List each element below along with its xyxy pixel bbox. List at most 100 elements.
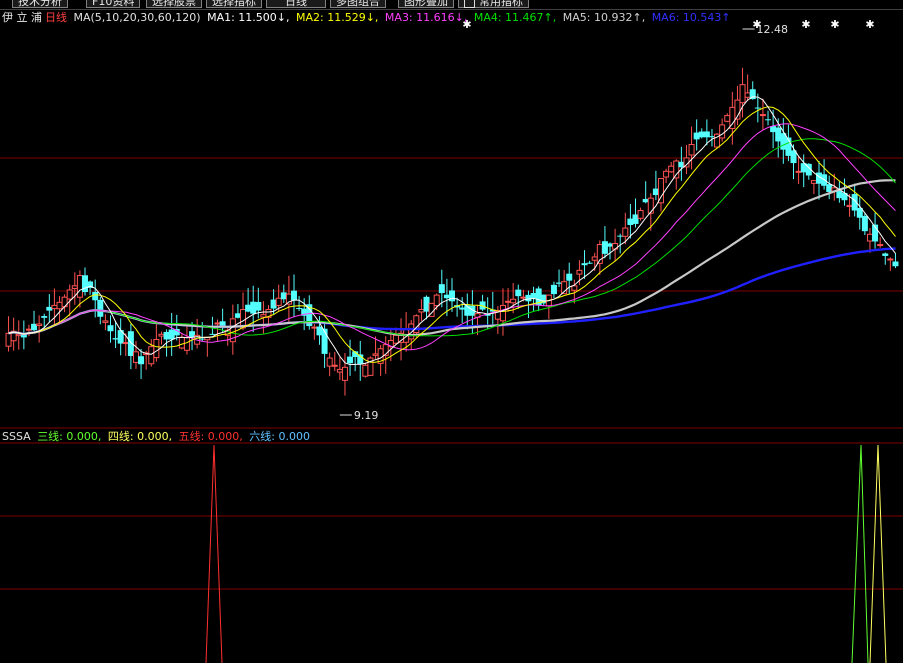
stock-name: 伊 立 浦 (2, 11, 42, 24)
candle-body (591, 256, 598, 261)
candle-body (158, 333, 165, 337)
candle-body (719, 124, 726, 139)
candle-body (341, 366, 348, 381)
candle-body (260, 314, 267, 318)
sub-legend: SSSA 三线: 0.000, 四线: 0.000, 五线: 0.000, 六线… (2, 430, 313, 444)
candle-body (877, 244, 884, 247)
candle-body (810, 180, 817, 184)
candle-body (290, 290, 297, 301)
ma5-value: MA5: 10.932↑, (562, 11, 646, 24)
candle-body (102, 320, 109, 323)
candle-body (744, 92, 751, 98)
candle-body (347, 356, 354, 364)
candle-body (505, 300, 512, 303)
sub-spike-green (851, 444, 869, 663)
candle-body (275, 297, 282, 306)
candle-body (754, 107, 761, 109)
candle-body (571, 285, 578, 291)
candle-body (326, 357, 333, 367)
candle-body (178, 336, 185, 349)
candle-body (499, 304, 506, 322)
sub-indicator-name: SSSA (2, 430, 31, 443)
candle-body (122, 342, 129, 345)
ma4-value: MA4: 11.467↑, (473, 11, 557, 24)
candle-body (622, 227, 629, 237)
candle-body (566, 273, 573, 281)
ma2-line (8, 106, 896, 363)
candle-body (41, 316, 48, 318)
period-label: 日线 (45, 11, 67, 24)
candle-body (132, 351, 139, 363)
candle-body (92, 291, 99, 301)
candle-body (724, 115, 731, 122)
candle-body (255, 301, 262, 311)
candle-body (688, 144, 695, 156)
candle-body (892, 261, 899, 267)
candle-body (214, 322, 221, 325)
candle-body (576, 269, 583, 275)
sub-spike-red (205, 444, 223, 663)
candle-body (765, 119, 772, 121)
candle-body (153, 338, 160, 359)
signal-marker: ✱ (865, 18, 874, 31)
kline-chart[interactable]: 12.489.19✱ ✱ ✱ ✱ ✱ (0, 0, 903, 663)
candle-body (846, 204, 853, 208)
candle-body (515, 289, 522, 297)
candle-body (372, 353, 379, 356)
candle-body (36, 323, 43, 326)
sub-spike-yellow (869, 444, 887, 663)
candle-body (76, 275, 83, 298)
ma1-value: MA1: 11.500↓, (207, 11, 290, 24)
candle-body (586, 262, 593, 264)
candle-body (392, 334, 399, 344)
candle-body (183, 336, 190, 351)
candle-body (449, 290, 455, 302)
ma6-value: MA6: 10.543↑ (651, 11, 731, 24)
main-legend: 伊 立 浦日线 MA(5,10,20,30,60,120) MA1: 11.50… (2, 11, 734, 25)
candle-body (887, 258, 894, 261)
candle-body (647, 197, 654, 214)
candle-body (107, 325, 114, 332)
line3-value: 三线: 0.000, (37, 430, 102, 443)
candle-body (71, 285, 78, 289)
candle-body (433, 294, 440, 307)
line5-value: 五线: 0.000, (178, 430, 243, 443)
line6-value: 六线: 0.000 (249, 430, 310, 443)
candle-body (673, 160, 680, 179)
signal-marker: ✱ (830, 18, 839, 31)
candle-body (759, 114, 766, 117)
candle-body (866, 233, 873, 242)
ma-params: MA(5,10,20,30,60,120) (73, 11, 201, 24)
candle-body (285, 293, 292, 305)
candle-body (336, 368, 343, 373)
candle-body (663, 170, 670, 178)
candle-body (209, 333, 216, 335)
low-label: 9.19 (354, 409, 379, 422)
candle-body (550, 284, 557, 295)
candle-body (51, 304, 58, 310)
candle-body (882, 253, 889, 256)
candle-body (331, 364, 338, 367)
ma1-line (8, 96, 896, 366)
candle-body (438, 284, 445, 294)
candle-body (795, 170, 802, 173)
signal-marker: ✱ (801, 18, 810, 31)
candle-body (5, 332, 12, 347)
candle-body (56, 301, 63, 310)
candle-body (362, 364, 369, 377)
candle-body (520, 296, 527, 299)
candle-body (97, 299, 104, 317)
candle-body (66, 289, 73, 300)
candle-body (510, 298, 517, 304)
candle-body (861, 215, 868, 232)
candle-body (637, 210, 644, 219)
candle-body (25, 328, 32, 331)
candle-body (148, 346, 155, 365)
ma2-value: MA2: 11.529↓, (296, 11, 379, 24)
signal-marker: ✱ (752, 18, 761, 31)
candle-body (739, 84, 746, 104)
candle-body (418, 309, 425, 313)
candle-body (311, 326, 318, 329)
candle-body (138, 356, 145, 365)
ma3-value: MA3: 11.616↓, (384, 11, 468, 24)
